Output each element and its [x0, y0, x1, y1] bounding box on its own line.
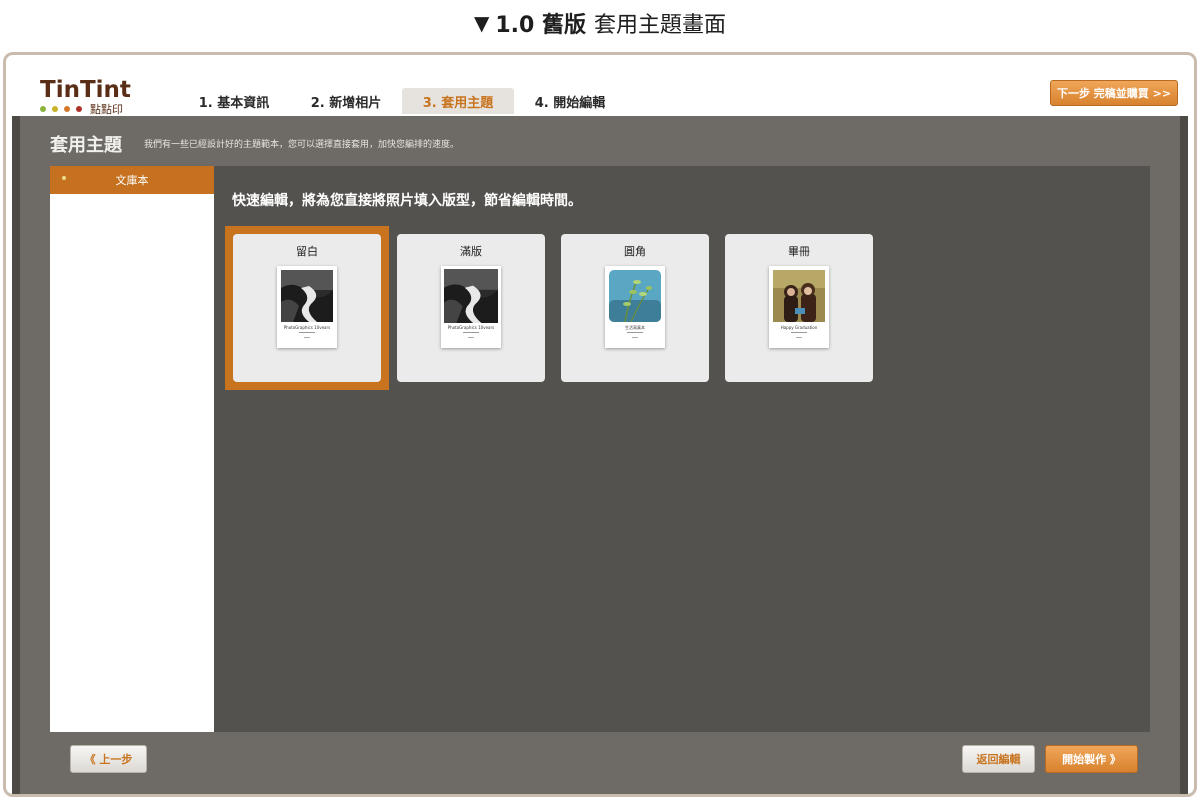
page-caption: ▼ 1.0 舊版 套用主題畫面 [0, 0, 1200, 46]
cover-rule [796, 337, 802, 338]
theme-card-yuanjiao[interactable]: 圓角 生活寫真本 [561, 234, 709, 382]
sidebar-item-bunkobon[interactable]: 文庫本 [50, 166, 214, 194]
cover-caption: Happy Graduation [780, 325, 818, 330]
theme-card-frame: 滿版 PhotoGraphics 10vears [389, 226, 553, 390]
logo-dot [76, 106, 82, 112]
logo-subrow: 點點印 [40, 101, 140, 117]
theme-content-area: 快速編輯，將為您直接將照片填入版型，節省編輯時間。 留白 PhotoGraphi… [214, 166, 1150, 732]
book-cover-thumbnail: PhotoGraphics 10vears [441, 266, 501, 348]
book-cover-thumbnail: 生活寫真本 [605, 266, 665, 348]
theme-card-title: 畢冊 [788, 245, 810, 258]
cover-rule [304, 337, 310, 338]
caption-text: 套用主題畫面 [594, 13, 727, 38]
book-cover-thumbnail: Happy Graduation [769, 266, 829, 348]
logo-dot [52, 106, 58, 112]
back-to-edit-button[interactable]: 返回編輯 [962, 745, 1035, 773]
theme-card-frame: 圓角 生活寫真本 [553, 226, 717, 390]
cover-rule [791, 332, 807, 333]
tab-apply-theme[interactable]: 3. 套用主題 [402, 88, 514, 114]
theme-card-manban[interactable]: 滿版 PhotoGraphics 10vears [397, 234, 545, 382]
sidebar-item-label: 文庫本 [115, 174, 149, 187]
bullet-icon [62, 176, 66, 180]
theme-category-sidebar: 文庫本 [50, 166, 214, 732]
tab-start-editing[interactable]: 4. 開始編輯 [514, 88, 626, 114]
tab-add-photos[interactable]: 2. 新增相片 [290, 88, 402, 114]
content-heading: 快速編輯，將為您直接將照片填入版型，節省編輯時間。 [232, 193, 582, 209]
cover-rule [627, 332, 643, 333]
theme-card-selected-frame: 留白 PhotoGraphics 10vears [225, 226, 389, 390]
logo-wordmark: TinTint [40, 77, 131, 103]
book-cover-thumbnail: PhotoGraphics 10vears [277, 266, 337, 348]
theme-card-title: 圓角 [624, 245, 646, 258]
cover-caption: PhotoGraphics 10vears [283, 325, 331, 330]
next-finish-purchase-button[interactable]: 下一步 完稿並購買 >> [1050, 80, 1178, 106]
theme-card-bice[interactable]: 畢冊 Happy Graduation [725, 234, 873, 382]
triangle-down-icon: ▼ [473, 11, 490, 35]
theme-card-list: 留白 PhotoGraphics 10vears 滿版 PhotoGraphic… [225, 226, 881, 390]
theme-card-title: 滿版 [460, 245, 482, 258]
main-panel: 套用主題 我們有一些已經設計好的主題範本，您可以選擇直接套用，加快您編排的速度。… [12, 116, 1188, 794]
previous-step-button[interactable]: 《 上一步 [70, 745, 147, 773]
logo-subtitle: 點點印 [90, 103, 123, 116]
waterfall-photo [281, 270, 333, 322]
step-tabs: 1. 基本資訊 2. 新增相片 3. 套用主題 4. 開始編輯 [178, 88, 626, 114]
caption-version: 1.0 舊版 [495, 13, 586, 38]
cover-rule [463, 332, 479, 333]
theme-card-liubai[interactable]: 留白 PhotoGraphics 10vears [233, 234, 381, 382]
cover-caption: PhotoGraphics 10vears [447, 325, 495, 330]
logo-dot [40, 106, 46, 112]
plant-photo [609, 270, 661, 322]
cover-rule [299, 332, 315, 333]
waterfall-photo [444, 269, 498, 323]
logo-dot [64, 106, 70, 112]
start-production-button[interactable]: 開始製作 》 [1045, 745, 1138, 773]
cover-rule [468, 337, 474, 338]
cover-caption: 生活寫真本 [625, 325, 645, 330]
theme-card-frame: 畢冊 Happy Graduation [717, 226, 881, 390]
tab-basic-info[interactable]: 1. 基本資訊 [178, 88, 290, 114]
graduation-photo [773, 270, 825, 322]
app-window: TinTint 點點印 1. 基本資訊 2. 新增相片 3. 套用主題 4. 開… [3, 52, 1197, 797]
tintint-logo[interactable]: TinTint 點點印 [40, 77, 140, 117]
cover-rule [632, 337, 638, 338]
section-description: 我們有一些已經設計好的主題範本，您可以選擇直接套用，加快您編排的速度。 [144, 140, 460, 150]
theme-card-title: 留白 [296, 245, 318, 258]
section-title: 套用主題 [50, 135, 122, 156]
